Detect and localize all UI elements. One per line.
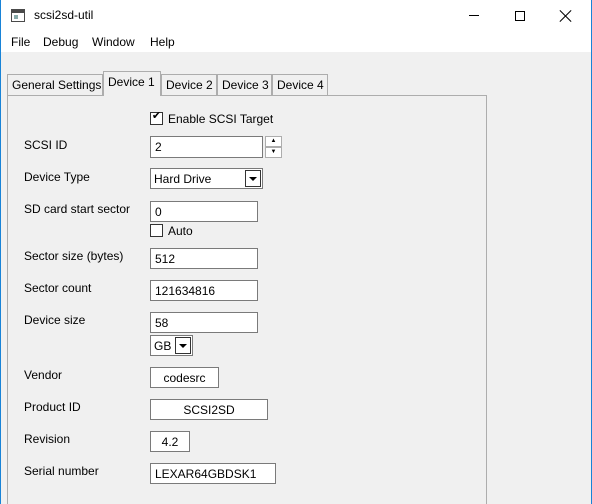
menu-window[interactable]: Window	[92, 35, 135, 49]
maximize-button[interactable]	[497, 0, 543, 31]
chevron-down-icon	[245, 170, 261, 187]
vendor-input[interactable]: codesrc	[150, 367, 219, 388]
title-bar: scsi2sd-util	[1, 0, 591, 31]
minimize-button[interactable]	[451, 0, 497, 31]
device-type-label: Device Type	[24, 170, 90, 184]
start-sector-input[interactable]: 0	[150, 201, 258, 222]
revision-input[interactable]: 4.2	[150, 431, 190, 452]
device-size-label: Device size	[24, 313, 86, 327]
device-type-select[interactable]: Hard Drive	[150, 168, 263, 189]
sector-size-input[interactable]: 512	[150, 248, 258, 269]
chevron-down-icon	[175, 337, 191, 354]
sector-count-label: Sector count	[24, 281, 92, 295]
enable-scsi-target-label: Enable SCSI Target	[168, 112, 274, 126]
close-button[interactable]	[543, 0, 589, 31]
tab-device-4[interactable]: Device 4	[272, 74, 328, 95]
device-size-unit-value: GB	[154, 339, 172, 353]
vendor-label: Vendor	[24, 368, 63, 382]
tab-strip: General Settings Device 1 Device 2 Devic…	[1, 52, 591, 96]
start-sector-label: SD card start sector	[24, 202, 131, 216]
menu-bar: File Debug Window Help	[1, 31, 591, 52]
menu-file[interactable]: File	[11, 35, 30, 49]
device-size-input[interactable]: 58	[150, 312, 258, 333]
minimize-icon	[469, 15, 479, 16]
scsi-id-spinner: ▲ ▼	[265, 136, 282, 158]
auto-label: Auto	[168, 224, 193, 238]
device-type-value: Hard Drive	[154, 172, 212, 186]
revision-label: Revision	[24, 432, 71, 446]
maximize-icon	[515, 10, 525, 21]
tab-device-1[interactable]: Device 1	[103, 71, 161, 96]
menu-debug[interactable]: Debug	[43, 35, 78, 49]
device-size-unit-select[interactable]: GB	[150, 335, 193, 356]
enable-scsi-target-checkbox[interactable]: ✔	[150, 110, 163, 125]
tab-device-2[interactable]: Device 2	[161, 74, 217, 95]
close-icon	[560, 10, 572, 22]
spin-up-button[interactable]: ▲	[265, 136, 282, 147]
app-window-icon	[11, 9, 25, 22]
sector-size-label: Sector size (bytes)	[24, 249, 124, 263]
auto-checkbox[interactable]	[150, 224, 163, 237]
serial-number-input[interactable]: LEXAR64GBDSK1	[150, 463, 276, 484]
tab-general-settings[interactable]: General Settings	[7, 74, 103, 95]
menu-help[interactable]: Help	[150, 35, 175, 49]
product-id-label: Product ID	[24, 400, 81, 414]
check-icon: ✔	[151, 110, 162, 122]
spin-down-button[interactable]: ▼	[265, 147, 282, 158]
serial-number-label: Serial number	[24, 464, 99, 478]
scsi-id-input[interactable]: 2	[150, 136, 263, 158]
app-window: scsi2sd-util File Debug Window Help Gene…	[0, 0, 592, 504]
product-id-input[interactable]: SCSI2SD	[150, 399, 268, 420]
window-title: scsi2sd-util	[34, 8, 94, 22]
sector-count-input[interactable]: 121634816	[150, 280, 258, 301]
scsi-id-label: SCSI ID	[24, 138, 68, 152]
device-settings-panel: ✔ Enable SCSI Target SCSI ID 2 ▲ ▼ Devic…	[7, 95, 487, 504]
tab-device-3[interactable]: Device 3	[217, 74, 272, 95]
